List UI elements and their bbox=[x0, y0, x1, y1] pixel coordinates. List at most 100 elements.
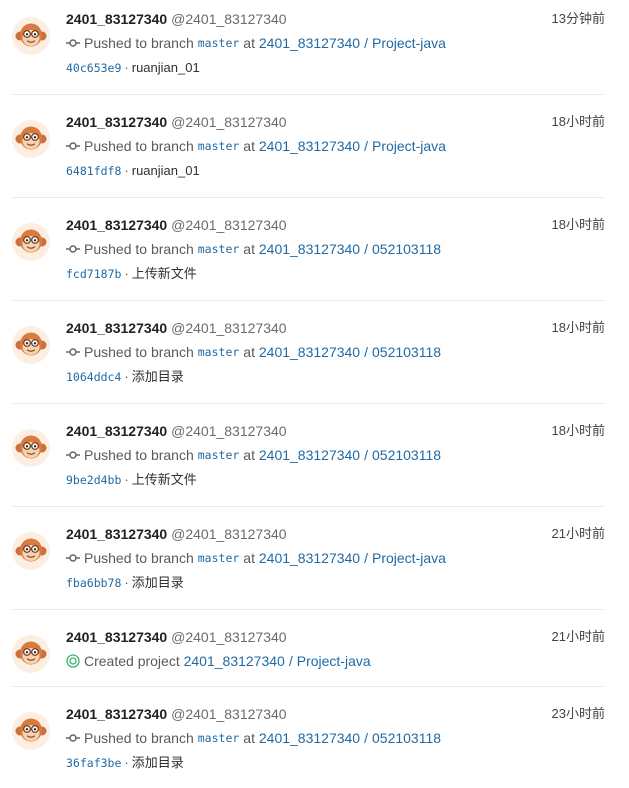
project-owner: 2401_83127340 bbox=[258, 550, 361, 566]
project-link[interactable]: 2401_83127340/052103118 bbox=[259, 729, 441, 747]
commit-sha-link[interactable]: 40c653e9 bbox=[66, 61, 121, 75]
commit-message: 添加目录 bbox=[131, 575, 184, 590]
project-separator: / bbox=[288, 653, 293, 669]
project-owner: 2401_83127340 bbox=[258, 730, 361, 746]
monkey-avatar-icon[interactable] bbox=[12, 326, 50, 364]
project-name: 052103118 bbox=[372, 447, 442, 463]
project-separator: / bbox=[364, 344, 368, 360]
monkey-avatar-icon[interactable] bbox=[12, 635, 50, 673]
commit-icon bbox=[66, 36, 80, 50]
event-divider bbox=[12, 506, 605, 507]
commit-message: 上传新文件 bbox=[131, 266, 197, 281]
monkey-avatar-icon[interactable] bbox=[12, 17, 50, 55]
action-text: Pushed to branch bbox=[84, 241, 194, 257]
monkey-avatar-icon[interactable] bbox=[12, 429, 50, 467]
project-separator: / bbox=[364, 35, 368, 51]
branch-link[interactable]: master bbox=[198, 729, 240, 747]
monkey-avatar-icon[interactable] bbox=[12, 532, 50, 570]
project-link[interactable]: 2401_83127340/052103118 bbox=[259, 446, 441, 464]
project-separator: / bbox=[364, 138, 368, 154]
action-text: Pushed to branch bbox=[84, 447, 194, 463]
project-link[interactable]: 2401_83127340/Project-java bbox=[259, 549, 446, 567]
commit-sha-link[interactable]: 9be2d4bb bbox=[66, 473, 121, 487]
event-time: 21小时前 bbox=[551, 526, 605, 541]
event-row: 2401_83127340 @2401_83127340 13分钟前 Pushed… bbox=[0, 10, 629, 90]
project-separator: / bbox=[364, 730, 368, 746]
commit-sha-link[interactable]: fcd7187b bbox=[66, 267, 121, 281]
username-link[interactable]: 2401_83127340 bbox=[66, 11, 167, 27]
commit-sha-link[interactable]: 6481fdf8 bbox=[66, 164, 121, 178]
username-link[interactable]: 2401_83127340 bbox=[66, 706, 167, 722]
commit-icon bbox=[66, 551, 80, 565]
event-action: Pushed to branch master at 2401_83127340/0… bbox=[66, 446, 441, 464]
project-link[interactable]: 2401_83127340/Project-java bbox=[259, 137, 446, 155]
commit-message: ruanjian_01 bbox=[131, 60, 200, 75]
branch-link[interactable]: master bbox=[198, 240, 240, 258]
action-text: Created project bbox=[84, 653, 180, 669]
project-name: Project-java bbox=[372, 35, 446, 51]
event-author: 2401_83127340 @2401_83127340 bbox=[66, 319, 287, 337]
commit-line: 1064ddc4 · 添加目录 bbox=[66, 368, 184, 386]
project-link[interactable]: 2401_83127340/Project-java bbox=[184, 652, 371, 670]
username-link[interactable]: 2401_83127340 bbox=[66, 114, 167, 130]
monkey-avatar-icon[interactable] bbox=[12, 120, 50, 158]
branch-link[interactable]: master bbox=[198, 446, 240, 464]
at-text: at bbox=[243, 35, 255, 51]
event-time: 13分钟前 bbox=[551, 11, 605, 26]
at-text: at bbox=[243, 138, 255, 154]
commit-line: 9be2d4bb · 上传新文件 bbox=[66, 471, 197, 489]
username-link[interactable]: 2401_83127340 bbox=[66, 423, 167, 439]
branch-link[interactable]: master bbox=[198, 343, 240, 361]
event-action: Pushed to branch master at 2401_83127340/P… bbox=[66, 34, 446, 52]
project-owner: 2401_83127340 bbox=[258, 138, 361, 154]
monkey-avatar-icon[interactable] bbox=[12, 712, 50, 750]
username-link[interactable]: 2401_83127340 bbox=[66, 217, 167, 233]
project-name: Project-java bbox=[372, 138, 446, 154]
username-link[interactable]: 2401_83127340 bbox=[66, 320, 167, 336]
commit-icon bbox=[66, 242, 80, 256]
monkey-avatar-icon[interactable] bbox=[12, 223, 50, 261]
event-action: Pushed to branch master at 2401_83127340/0… bbox=[66, 343, 441, 361]
user-handle: @2401_83127340 bbox=[171, 114, 287, 130]
user-handle: @2401_83127340 bbox=[171, 629, 287, 645]
at-text: at bbox=[243, 550, 255, 566]
event-divider bbox=[12, 403, 605, 404]
branch-link[interactable]: master bbox=[198, 137, 240, 155]
branch-link[interactable]: master bbox=[198, 549, 240, 567]
project-owner: 2401_83127340 bbox=[258, 35, 361, 51]
event-row: 2401_83127340 @2401_83127340 18小时前 Pushed… bbox=[0, 319, 629, 399]
event-row: 2401_83127340 @2401_83127340 23小时前 Pushed… bbox=[0, 705, 629, 785]
event-divider bbox=[12, 686, 605, 687]
at-text: at bbox=[243, 447, 255, 463]
commit-separator: · bbox=[124, 755, 129, 770]
project-name: 052103118 bbox=[372, 730, 442, 746]
project-name: Project-java bbox=[296, 653, 371, 669]
commit-sha-link[interactable]: 36faf3be bbox=[66, 756, 121, 770]
user-handle: @2401_83127340 bbox=[171, 320, 287, 336]
commit-separator: · bbox=[124, 575, 129, 590]
commit-sha-link[interactable]: 1064ddc4 bbox=[66, 370, 121, 384]
project-name: Project-java bbox=[372, 550, 446, 566]
event-row: 2401_83127340 @2401_83127340 18小时前 Pushed… bbox=[0, 113, 629, 193]
activity-feed: 2401_83127340 @2401_83127340 13分钟前 Pushed… bbox=[0, 0, 629, 788]
project-link[interactable]: 2401_83127340/052103118 bbox=[259, 343, 441, 361]
commit-sha-link[interactable]: fba6bb78 bbox=[66, 576, 121, 590]
project-name: 052103118 bbox=[372, 344, 442, 360]
commit-line: fcd7187b · 上传新文件 bbox=[66, 265, 197, 283]
username-link[interactable]: 2401_83127340 bbox=[66, 629, 167, 645]
event-action: Pushed to branch master at 2401_83127340/P… bbox=[66, 549, 446, 567]
created-project-icon bbox=[66, 654, 80, 668]
at-text: at bbox=[243, 241, 255, 257]
project-owner: 2401_83127340 bbox=[183, 653, 285, 669]
event-row: 2401_83127340 @2401_83127340 18小时前 Pushed… bbox=[0, 422, 629, 502]
event-row: 2401_83127340 @2401_83127340 21小时前 Create… bbox=[0, 628, 629, 708]
branch-link[interactable]: master bbox=[198, 34, 240, 52]
user-handle: @2401_83127340 bbox=[171, 526, 287, 542]
project-owner: 2401_83127340 bbox=[258, 447, 361, 463]
project-link[interactable]: 2401_83127340/Project-java bbox=[259, 34, 446, 52]
commit-icon bbox=[66, 448, 80, 462]
username-link[interactable]: 2401_83127340 bbox=[66, 526, 167, 542]
event-divider bbox=[12, 300, 605, 301]
event-author: 2401_83127340 @2401_83127340 bbox=[66, 216, 287, 234]
project-link[interactable]: 2401_83127340/052103118 bbox=[259, 240, 441, 258]
